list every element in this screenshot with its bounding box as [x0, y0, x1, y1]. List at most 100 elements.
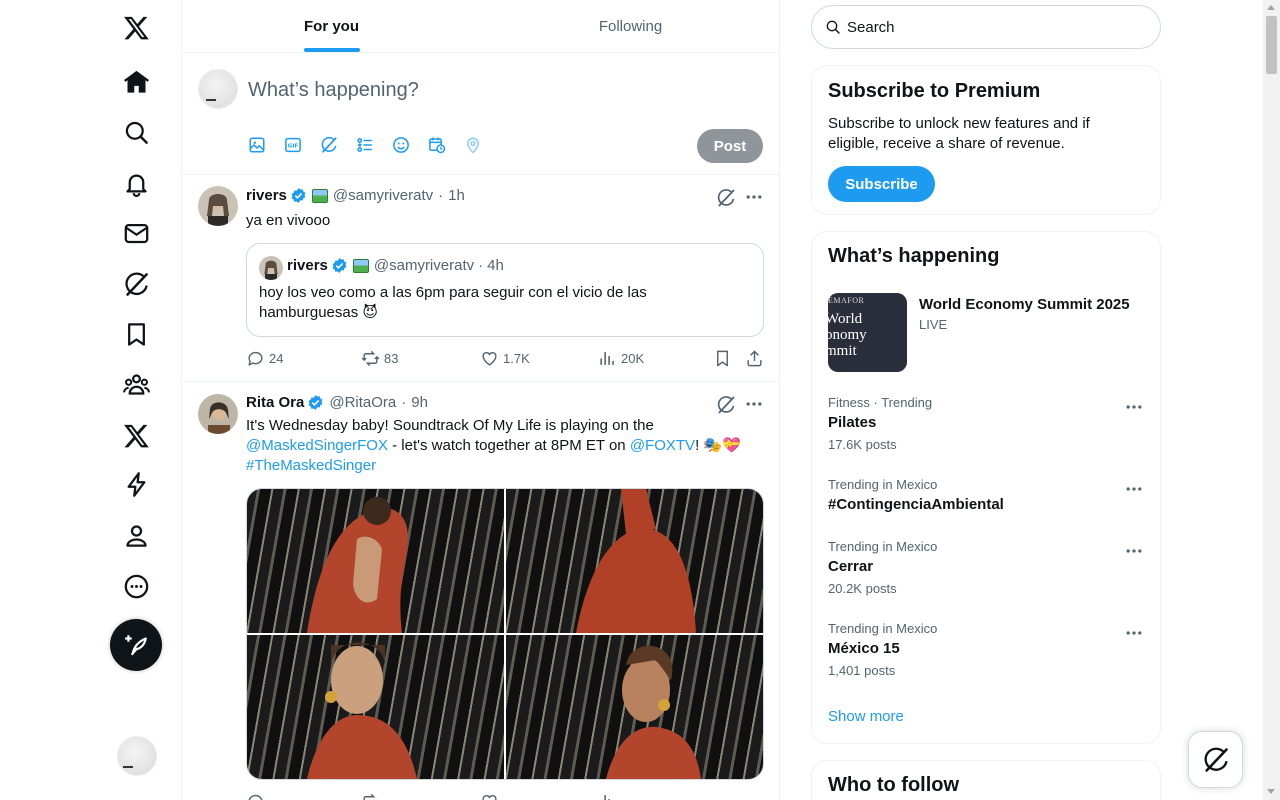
grok-icon[interactable]: [318, 135, 354, 155]
left-navigation: [0, 0, 181, 800]
reply-icon: [248, 794, 263, 800]
photo[interactable]: [506, 489, 763, 633]
section-title: What’s happening: [828, 245, 1000, 267]
section-title: Who to follow: [828, 774, 960, 796]
scroll-down-arrow-icon[interactable]: [1267, 789, 1275, 794]
lightning-icon[interactable]: [118, 466, 154, 502]
repost-button[interactable]: [361, 792, 384, 800]
reply-button[interactable]: 24: [246, 349, 283, 368]
repost-button[interactable]: 83: [361, 349, 398, 368]
more-options-icon[interactable]: [1124, 623, 1144, 643]
tweet-header: rivers @samyriveratv · 1h: [246, 187, 465, 204]
scroll-up-arrow-icon[interactable]: [1267, 5, 1275, 10]
bookmark-icon[interactable]: [118, 316, 154, 352]
tweet-time[interactable]: 9h: [411, 394, 428, 411]
trend-item[interactable]: Fitness · Trending Pilates 17.6K posts: [812, 395, 1160, 465]
tab-label: For you: [304, 17, 359, 35]
views-icon: [604, 795, 610, 800]
more-circle-icon[interactable]: [118, 568, 154, 604]
home-icon[interactable]: [118, 64, 154, 100]
grok-float-button[interactable]: [1188, 731, 1243, 788]
grok-icon[interactable]: [716, 188, 736, 208]
tweet-time[interactable]: 1h: [448, 187, 465, 204]
more-options-icon[interactable]: [744, 187, 764, 207]
author-handle[interactable]: @RitaOra: [329, 394, 396, 411]
mention-link[interactable]: @FOXTV: [630, 437, 695, 454]
repost-count: 83: [384, 351, 399, 366]
compose-post-button[interactable]: [110, 619, 162, 671]
more-options-icon[interactable]: [1124, 397, 1144, 417]
like-button[interactable]: [480, 792, 503, 800]
hashtag-link[interactable]: #TheMaskedSinger: [246, 457, 376, 474]
quoted-tweet[interactable]: rivers @samyriveratv · 4h hoy los veo co…: [246, 243, 764, 337]
search-input[interactable]: Search: [811, 5, 1161, 49]
premium-x-icon[interactable]: [118, 417, 154, 453]
live-event[interactable]: EMAFOR World onomy mmit World Economy Su…: [828, 293, 1146, 372]
author-name[interactable]: rivers: [246, 187, 287, 204]
more-options-icon[interactable]: [1124, 479, 1144, 499]
photo[interactable]: [506, 635, 763, 779]
search-placeholder: Search: [847, 18, 895, 36]
communities-icon[interactable]: [118, 366, 154, 402]
grok-icon[interactable]: [716, 395, 736, 415]
photo[interactable]: [247, 635, 504, 779]
share-icon[interactable]: [745, 349, 764, 368]
trend-topic: Cerrar: [828, 558, 874, 575]
author-handle[interactable]: @samyriveratv: [333, 187, 433, 204]
emoji-icon[interactable]: [390, 135, 426, 155]
views-button[interactable]: [598, 792, 621, 800]
reply-count: 24: [269, 351, 284, 366]
post-button[interactable]: Post: [697, 129, 763, 163]
trend-meta: Trending in Mexico: [828, 621, 938, 636]
subscribe-button[interactable]: Subscribe: [828, 166, 935, 202]
poll-icon[interactable]: [354, 135, 390, 155]
tweet[interactable]: rivers @samyriveratv · 1h ya en vivooo r…: [182, 175, 779, 382]
search-icon: [826, 20, 840, 34]
page-scrollbar[interactable]: [1263, 0, 1280, 800]
image-icon[interactable]: [246, 135, 282, 155]
photo[interactable]: [247, 489, 504, 633]
bookmark-icon[interactable]: [713, 349, 732, 368]
verified-badge-icon: [332, 258, 347, 273]
mail-icon[interactable]: [118, 215, 154, 251]
tab-for-you[interactable]: For you: [182, 0, 481, 52]
gif-icon[interactable]: GIF: [282, 135, 318, 155]
account-avatar[interactable]: [117, 736, 157, 776]
avatar[interactable]: [198, 186, 238, 226]
trend-item[interactable]: Trending in Mexico #ContingenciaAmbienta…: [812, 477, 1160, 547]
search-icon[interactable]: [118, 114, 154, 150]
tweet-header: Rita Ora @RitaOra · 9h: [246, 394, 428, 411]
bell-icon[interactable]: [118, 165, 154, 201]
author-name: rivers: [287, 257, 328, 274]
tweet-text-part: - let's watch together at 8PM ET on: [387, 437, 630, 454]
more-options-icon[interactable]: [744, 394, 764, 414]
tab-following[interactable]: Following: [481, 0, 779, 52]
reply-button[interactable]: [246, 792, 269, 800]
tweet[interactable]: Rita Ora @RitaOra · 9h It's Wednesday ba…: [182, 382, 779, 800]
mention-link[interactable]: @MaskedSingerFOX: [246, 437, 388, 454]
x-logo-icon[interactable]: [118, 9, 154, 45]
schedule-icon[interactable]: [426, 135, 462, 155]
grok-icon[interactable]: [118, 266, 154, 302]
views-button[interactable]: 20K: [598, 349, 644, 368]
show-more-link[interactable]: Show more: [828, 708, 904, 725]
whats-happening-card: What’s happening EMAFOR World onomy mmit…: [811, 231, 1161, 744]
quoted-tweet-header: rivers @samyriveratv · 4h: [287, 257, 504, 274]
trend-count: 20.2K posts: [828, 581, 897, 596]
profile-icon[interactable]: [118, 517, 154, 553]
composer-toolbar: GIF: [246, 135, 498, 155]
trend-item[interactable]: Trending in Mexico México 15 1,401 posts: [812, 621, 1160, 691]
like-button[interactable]: 1.7K: [480, 349, 530, 368]
feather-plus-icon: [125, 635, 147, 656]
author-name[interactable]: Rita Ora: [246, 394, 304, 411]
location-icon[interactable]: [462, 135, 498, 155]
scrollbar-thumb[interactable]: [1266, 16, 1277, 74]
more-options-icon[interactable]: [1124, 541, 1144, 561]
trend-meta: Trending in Mexico: [828, 477, 938, 492]
separator-dot: ·: [438, 187, 444, 204]
composer-input[interactable]: What’s happening?: [248, 79, 419, 102]
trend-item[interactable]: Trending in Mexico Cerrar 20.2K posts: [812, 539, 1160, 609]
tweet-text-part: It's Wednesday baby! Soundtrack Of My Li…: [246, 417, 654, 434]
avatar[interactable]: [198, 394, 238, 434]
quoted-tweet-text: hoy los veo como a las 6pm para seguir c…: [259, 284, 647, 321]
